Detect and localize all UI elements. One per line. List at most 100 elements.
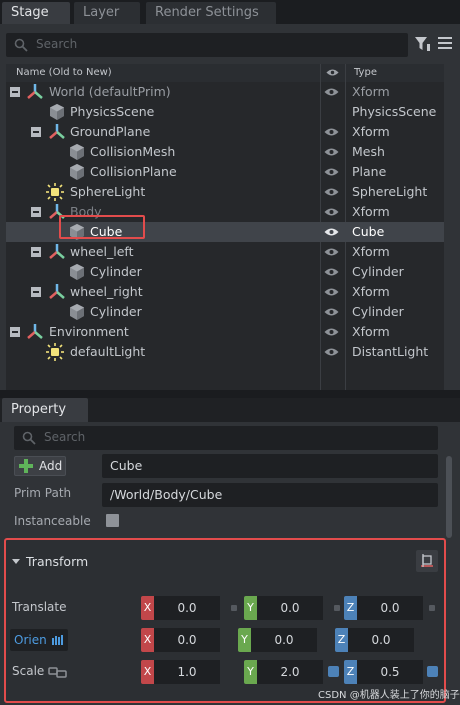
tree-row-spherelight[interactable]: SphereLight SphereLight [6, 182, 444, 202]
property-scrollbar[interactable] [446, 456, 452, 538]
eye-icon[interactable] [324, 247, 339, 257]
tree-row-world[interactable]: World (defaultPrim) Xform [6, 82, 444, 102]
tree-row-physicsscene[interactable]: PhysicsScene PhysicsScene [6, 102, 444, 122]
light-icon [46, 183, 64, 201]
translate-x-field[interactable]: 0.0 [154, 596, 220, 620]
property-search-input[interactable]: Search [14, 426, 438, 450]
translate-z-field[interactable]: 0.0 [357, 596, 423, 620]
instanceable-checkbox[interactable] [106, 514, 119, 527]
tree-row-label: PhysicsScene [70, 104, 155, 119]
type-column-header[interactable]: Type [354, 67, 377, 78]
prim-path-field[interactable]: /World/Body/Cube [102, 483, 438, 507]
eye-icon[interactable] [324, 167, 339, 177]
scale-label: Scale [12, 664, 45, 678]
tree-row-label: CollisionMesh [90, 144, 176, 159]
add-button[interactable]: Add [14, 456, 66, 476]
translate-x-anim-toggle[interactable] [231, 605, 237, 611]
link-icon[interactable] [48, 666, 68, 678]
cube-icon [70, 304, 84, 320]
tab-property[interactable]: Property [2, 398, 88, 422]
eye-icon[interactable] [324, 87, 339, 97]
scale-z-field[interactable]: 0.5 [357, 660, 423, 684]
scale-z-anim-toggle[interactable] [427, 666, 438, 677]
eye-icon[interactable] [324, 187, 339, 197]
name-column-header[interactable]: Name (Old to New) [16, 67, 112, 78]
axis-y-label[interactable]: Y [244, 596, 257, 620]
collapse-icon[interactable] [31, 287, 41, 297]
menu-icon[interactable] [438, 36, 452, 50]
eye-icon[interactable] [324, 287, 339, 297]
eye-icon[interactable] [324, 267, 339, 277]
scale-x-field[interactable]: 1.0 [154, 660, 220, 684]
axis-x-label[interactable]: X [141, 596, 154, 620]
collapse-icon[interactable] [10, 87, 20, 97]
transform-title[interactable]: Transform [14, 554, 88, 569]
scale-y-field[interactable]: 2.0 [257, 660, 323, 684]
eye-icon[interactable] [324, 347, 339, 357]
tab-render-settings[interactable]: Render Settings [146, 2, 276, 24]
search-icon [14, 38, 28, 52]
instanceable-label: Instanceable [14, 514, 91, 528]
axis-z-label[interactable]: Z [344, 596, 357, 620]
axis-z-label[interactable]: Z [335, 628, 348, 652]
collapse-icon[interactable] [31, 247, 41, 257]
xform-icon [49, 124, 65, 139]
tree-row-cylinder-right[interactable]: Cylinder Cylinder [6, 302, 444, 322]
tree-row-label: Cylinder [90, 304, 142, 319]
eye-icon[interactable] [324, 307, 339, 317]
eye-icon[interactable] [324, 327, 339, 337]
filter-icon[interactable] [414, 35, 430, 53]
axis-z-label[interactable]: Z [344, 660, 357, 684]
orient-label-dropdown[interactable]: Orien [10, 629, 68, 651]
prim-name-field[interactable]: Cube [102, 454, 438, 478]
orient-row: Orien X 0.0 Y 0.0 Z 0.0 [6, 628, 444, 652]
collapse-icon[interactable] [31, 207, 41, 217]
tree-row-label: Environment [49, 324, 129, 339]
tab-stage[interactable]: Stage [2, 2, 70, 24]
search-icon [22, 431, 36, 445]
xform-icon [49, 284, 65, 299]
prim-path-label: Prim Path [14, 486, 72, 500]
visibility-column-eye-icon [326, 69, 339, 76]
scale-y-anim-toggle[interactable] [328, 666, 339, 677]
axis-y-label[interactable]: Y [244, 660, 257, 684]
tree-row-label: defaultLight [70, 344, 146, 359]
stage-tab-bar: Stage Layer Render Settings [0, 0, 460, 24]
tree-row-label: Cylinder [90, 264, 142, 279]
translate-y-anim-toggle[interactable] [334, 605, 340, 611]
stage-search-input[interactable]: Search [6, 33, 408, 57]
transform-options-button[interactable] [416, 550, 438, 572]
axis-x-label[interactable]: X [141, 628, 154, 652]
eye-icon[interactable] [324, 207, 339, 217]
tree-row-label: wheel_left [70, 244, 134, 259]
tree-row-wheel-left[interactable]: wheel_left Xform [6, 242, 444, 262]
tree-row-cylinder-left[interactable]: Cylinder Cylinder [6, 262, 444, 282]
tree-row-label: GroundPlane [70, 124, 151, 139]
translate-y-field[interactable]: 0.0 [257, 596, 323, 620]
eye-icon[interactable] [324, 147, 339, 157]
orient-z-field[interactable]: 0.0 [348, 628, 414, 652]
collapse-icon[interactable] [10, 327, 20, 337]
collapse-icon[interactable] [31, 127, 41, 137]
orient-y-field[interactable]: 0.0 [251, 628, 317, 652]
tree-row-groundplane[interactable]: GroundPlane Xform [6, 122, 444, 142]
tree-row-type: Xform [352, 284, 390, 299]
tree-row-collisionplane[interactable]: CollisionPlane Plane [6, 162, 444, 182]
eye-icon[interactable] [324, 127, 339, 137]
cube-highlight-box [59, 215, 145, 239]
tree-row-defaultlight[interactable]: defaultLight DistantLight [6, 342, 444, 362]
tab-layer[interactable]: Layer [74, 2, 140, 24]
axis-x-label[interactable]: X [141, 660, 154, 684]
watermark: CSDN @机器人装上了你的脑子 [318, 690, 460, 701]
panel-divider[interactable] [0, 390, 460, 398]
tree-row-type: Xform [352, 124, 390, 139]
orient-x-field[interactable]: 0.0 [154, 628, 220, 652]
tree-row-environment[interactable]: Environment Xform [6, 322, 444, 342]
tree-row-collisionmesh[interactable]: CollisionMesh Mesh [6, 142, 444, 162]
eye-icon[interactable] [324, 227, 339, 237]
translate-z-anim-toggle[interactable] [429, 605, 435, 611]
axis-y-label[interactable]: Y [238, 628, 251, 652]
tree-row-label: CollisionPlane [90, 164, 177, 179]
scale-row: Scale X 1.0 Y 2.0 Z 0.5 [6, 660, 444, 684]
tree-row-wheel-right[interactable]: wheel_right Xform [6, 282, 444, 302]
